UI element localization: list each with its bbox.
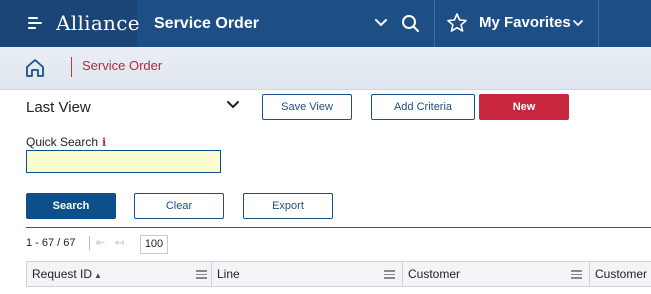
breadcrumb-current[interactable]: Service Order	[82, 58, 162, 73]
first-page-icon[interactable]: ⇤	[96, 236, 105, 249]
app-title: Service Order	[154, 15, 259, 32]
column-menu-icon[interactable]	[196, 270, 207, 279]
column-header-customer[interactable]: Customer	[402, 262, 589, 286]
pager-separator	[89, 236, 90, 250]
nav-divider	[434, 0, 435, 47]
save-view-button[interactable]: Save View	[262, 94, 352, 120]
home-icon[interactable]	[24, 57, 46, 79]
clear-button[interactable]: Clear	[134, 193, 224, 219]
quick-search-label-text: Quick Search	[26, 135, 99, 149]
previous-page-icon[interactable]: ↤	[115, 236, 124, 249]
quick-search-label: Quick Search i	[26, 135, 106, 149]
favorites-chevron-down-icon[interactable]	[567, 12, 589, 34]
column-label: Customer	[408, 267, 461, 281]
column-header-request-id[interactable]: Request ID ▲	[26, 262, 211, 286]
breadcrumb-separator	[71, 57, 72, 77]
column-menu-icon[interactable]	[384, 270, 395, 279]
my-favorites-menu[interactable]: My Favorites	[479, 14, 571, 31]
new-button[interactable]: New	[479, 94, 569, 120]
column-label: Line	[217, 267, 240, 281]
column-header-line[interactable]: Line	[211, 262, 402, 286]
column-label: Request ID	[32, 267, 93, 281]
search-button[interactable]: Search	[26, 193, 116, 219]
view-selector[interactable]: Last View	[26, 99, 91, 116]
pager-range: 1 - 67 / 67	[26, 237, 76, 249]
chevron-down-icon[interactable]	[370, 12, 392, 34]
top-nav-bar: Alliance Service Order My Favorites	[0, 0, 651, 47]
page-size-select[interactable]: 100	[140, 235, 168, 254]
column-menu-icon[interactable]	[571, 270, 582, 279]
search-icon[interactable]	[399, 12, 421, 34]
sort-ascending-icon: ▲	[94, 271, 102, 280]
export-button[interactable]: Export	[243, 193, 333, 219]
view-chevron-down-icon[interactable]	[226, 99, 240, 111]
star-icon[interactable]	[446, 12, 468, 34]
nav-divider	[598, 0, 599, 47]
quick-search-input[interactable]	[26, 150, 221, 173]
hamburger-menu-icon[interactable]	[28, 17, 42, 29]
section-divider	[26, 227, 651, 228]
add-criteria-button[interactable]: Add Criteria	[371, 94, 475, 120]
brand-area: Alliance	[0, 0, 140, 47]
column-header-customer-id[interactable]: Customer II	[589, 262, 651, 286]
brand-logo[interactable]: Alliance	[56, 11, 140, 35]
column-label: Customer II	[595, 267, 651, 281]
info-icon[interactable]: i	[102, 136, 106, 149]
grid-header: Request ID ▲ Line Customer Customer II	[26, 261, 651, 287]
